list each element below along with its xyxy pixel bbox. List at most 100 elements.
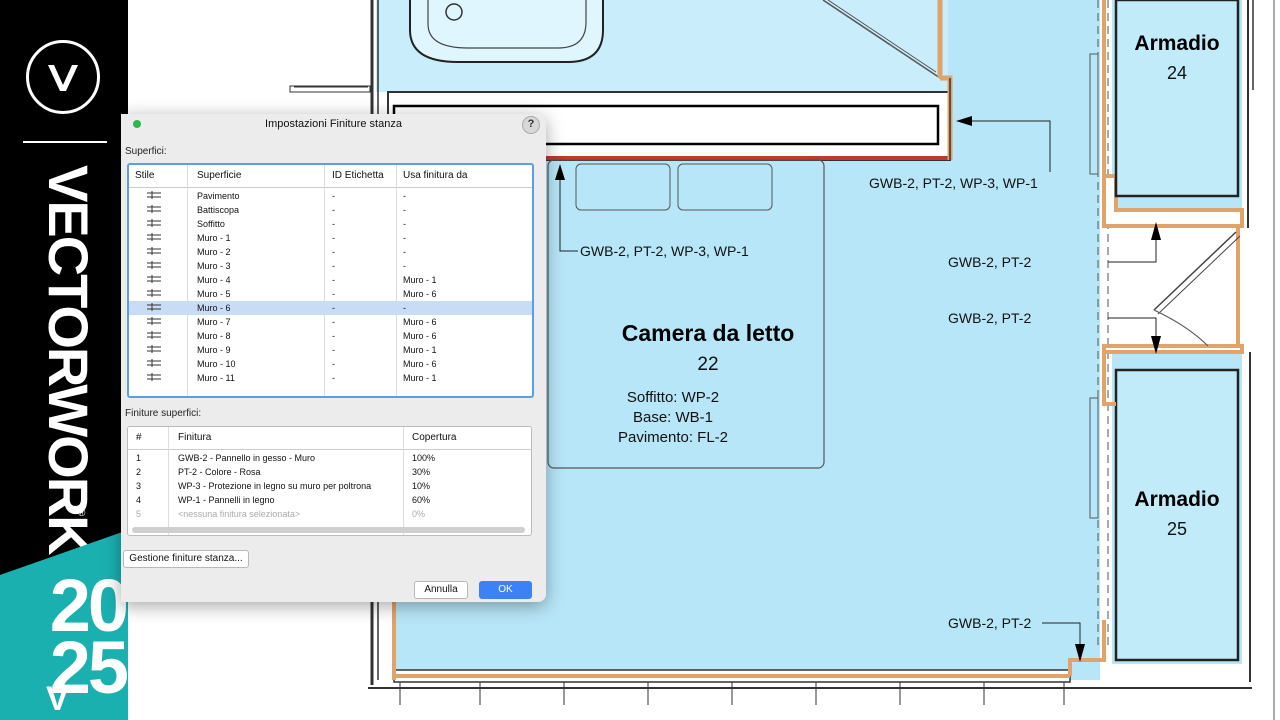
- surface-row[interactable]: Pavimento - -: [129, 189, 532, 203]
- style-icon[interactable]: [147, 231, 161, 245]
- surface-use-finish[interactable]: Muro - 6: [403, 315, 437, 329]
- surface-row[interactable]: Soffitto - -: [129, 217, 532, 231]
- col-number[interactable]: #: [136, 427, 142, 449]
- vectorworks-logo-icon: [26, 40, 100, 114]
- surface-row[interactable]: Muro - 10 - Muro - 6: [129, 357, 532, 371]
- surface-row[interactable]: Muro - 1 - -: [129, 231, 532, 245]
- surface-row[interactable]: Muro - 11 - Muro - 1: [129, 371, 532, 385]
- surfaces-header: Stile Superficie ID Etichetta Usa finitu…: [129, 165, 532, 188]
- surface-label-id[interactable]: -: [332, 273, 335, 287]
- surface-name: Muro - 11: [197, 373, 235, 383]
- surface-row[interactable]: Battiscopa - -: [129, 203, 532, 217]
- finishes-scrollbar[interactable]: [132, 527, 525, 533]
- surface-row[interactable]: Muro - 3 - -: [129, 259, 532, 273]
- window-zoom-button[interactable]: [133, 120, 141, 128]
- style-icon[interactable]: [147, 245, 161, 259]
- surface-label-id[interactable]: -: [332, 231, 335, 245]
- col-surface[interactable]: Superficie: [197, 165, 241, 187]
- style-icon[interactable]: [147, 371, 161, 385]
- style-icon[interactable]: [147, 189, 161, 203]
- surface-row[interactable]: Muro - 8 - Muro - 6: [129, 329, 532, 343]
- help-button[interactable]: ?: [522, 116, 540, 134]
- surface-use-finish[interactable]: -: [403, 217, 406, 231]
- col-label-id[interactable]: ID Etichetta: [332, 165, 384, 187]
- surface-use-finish[interactable]: Muro - 6: [403, 287, 437, 301]
- room-spec-floor: Pavimento: FL-2: [617, 429, 729, 446]
- finish-coverage[interactable]: 60%: [412, 493, 430, 507]
- col-style[interactable]: Stile: [135, 165, 154, 187]
- style-icon[interactable]: [147, 315, 161, 329]
- finish-row[interactable]: 1 GWB-2 - Pannello in gesso - Muro 100%: [128, 451, 531, 465]
- col-use-finish-from[interactable]: Usa finitura da: [403, 165, 467, 187]
- surface-label-id[interactable]: -: [332, 245, 335, 259]
- finish-name[interactable]: PT-2 - Colore - Rosa: [178, 465, 261, 479]
- finish-coverage[interactable]: 10%: [412, 479, 430, 493]
- surface-label-id[interactable]: -: [332, 343, 335, 357]
- col-finish[interactable]: Finitura: [178, 427, 211, 449]
- finish-number: 3: [136, 481, 142, 491]
- callout-corner-wall: GWB-2, PT-2: [948, 615, 1032, 631]
- finish-coverage[interactable]: 0%: [412, 507, 425, 521]
- surface-label-id[interactable]: -: [332, 203, 335, 217]
- finish-row[interactable]: 5 <nessuna finitura selezionata> 0%: [128, 507, 531, 521]
- surface-use-finish[interactable]: -: [403, 245, 406, 259]
- surface-label-id[interactable]: -: [332, 315, 335, 329]
- style-icon[interactable]: [147, 217, 161, 231]
- surface-use-finish[interactable]: -: [403, 189, 406, 203]
- finish-row[interactable]: 2 PT-2 - Colore - Rosa 30%: [128, 465, 531, 479]
- style-icon[interactable]: [147, 343, 161, 357]
- finish-name[interactable]: WP-1 - Pannelli in legno: [178, 493, 275, 507]
- finish-row[interactable]: 4 WP-1 - Pannelli in legno 60%: [128, 493, 531, 507]
- cancel-button[interactable]: Annulla: [414, 581, 468, 599]
- finish-coverage[interactable]: 100%: [412, 451, 435, 465]
- col-coverage[interactable]: Copertura: [412, 427, 456, 449]
- surface-use-finish[interactable]: Muro - 6: [403, 357, 437, 371]
- style-icon[interactable]: [147, 301, 161, 315]
- finish-coverage[interactable]: 30%: [412, 465, 430, 479]
- surface-label-id[interactable]: -: [332, 357, 335, 371]
- surface-use-finish[interactable]: -: [403, 301, 406, 315]
- style-icon[interactable]: [147, 357, 161, 371]
- surface-label-id[interactable]: -: [332, 189, 335, 203]
- surface-use-finish[interactable]: Muro - 1: [403, 371, 437, 385]
- surface-label-id[interactable]: -: [332, 329, 335, 343]
- callout-bedroom-wall: GWB-2, PT-2, WP-3, WP-1: [580, 243, 749, 259]
- surface-name: Soffitto: [197, 219, 225, 229]
- style-icon[interactable]: [147, 259, 161, 273]
- finishes-table[interactable]: # Finitura Copertura 1 GWB-2 - Pannello i…: [127, 426, 532, 536]
- room-finish-settings-dialog[interactable]: Impostazioni Finiture stanza ? Superfici…: [121, 114, 546, 602]
- surface-use-finish[interactable]: Muro - 1: [403, 273, 437, 287]
- finish-name[interactable]: <nessuna finitura selezionata>: [178, 507, 300, 521]
- finish-name[interactable]: GWB-2 - Pannello in gesso - Muro: [178, 451, 315, 465]
- callout-closet-wall-1: GWB-2, PT-2: [948, 254, 1032, 270]
- surface-use-finish[interactable]: -: [403, 259, 406, 273]
- style-icon[interactable]: [147, 329, 161, 343]
- ok-button[interactable]: OK: [479, 581, 532, 599]
- surface-use-finish[interactable]: Muro - 1: [403, 343, 437, 357]
- surfaces-table[interactable]: Stile Superficie ID Etichetta Usa finitu…: [127, 163, 534, 398]
- surface-row[interactable]: Muro - 2 - -: [129, 245, 532, 259]
- surface-row[interactable]: Muro - 6 - -: [129, 301, 532, 315]
- surface-use-finish[interactable]: -: [403, 231, 406, 245]
- surface-label-id[interactable]: -: [332, 301, 335, 315]
- finish-number: 1: [136, 453, 142, 463]
- surface-row[interactable]: Muro - 9 - Muro - 1: [129, 343, 532, 357]
- surface-row[interactable]: Muro - 5 - Muro - 6: [129, 287, 532, 301]
- finish-number: 5: [136, 509, 142, 519]
- surface-label-id[interactable]: -: [332, 287, 335, 301]
- manage-finishes-button[interactable]: Gestione finiture stanza...: [123, 550, 249, 568]
- surface-label-id[interactable]: -: [332, 217, 335, 231]
- room-name-bedroom: Camera da letto: [621, 320, 795, 346]
- surface-use-finish[interactable]: -: [403, 203, 406, 217]
- finish-row[interactable]: 3 WP-3 - Protezione in legno su muro per …: [128, 479, 531, 493]
- style-icon[interactable]: [147, 273, 161, 287]
- surface-row[interactable]: Muro - 7 - Muro - 6: [129, 315, 532, 329]
- surface-label-id[interactable]: -: [332, 371, 335, 385]
- style-icon[interactable]: [147, 287, 161, 301]
- surface-use-finish[interactable]: Muro - 6: [403, 329, 437, 343]
- dialog-title[interactable]: Impostazioni Finiture stanza: [121, 114, 546, 134]
- finish-name[interactable]: WP-3 - Protezione in legno su muro per p…: [178, 479, 371, 493]
- style-icon[interactable]: [147, 203, 161, 217]
- surface-row[interactable]: Muro - 4 - Muro - 1: [129, 273, 532, 287]
- surface-label-id[interactable]: -: [332, 259, 335, 273]
